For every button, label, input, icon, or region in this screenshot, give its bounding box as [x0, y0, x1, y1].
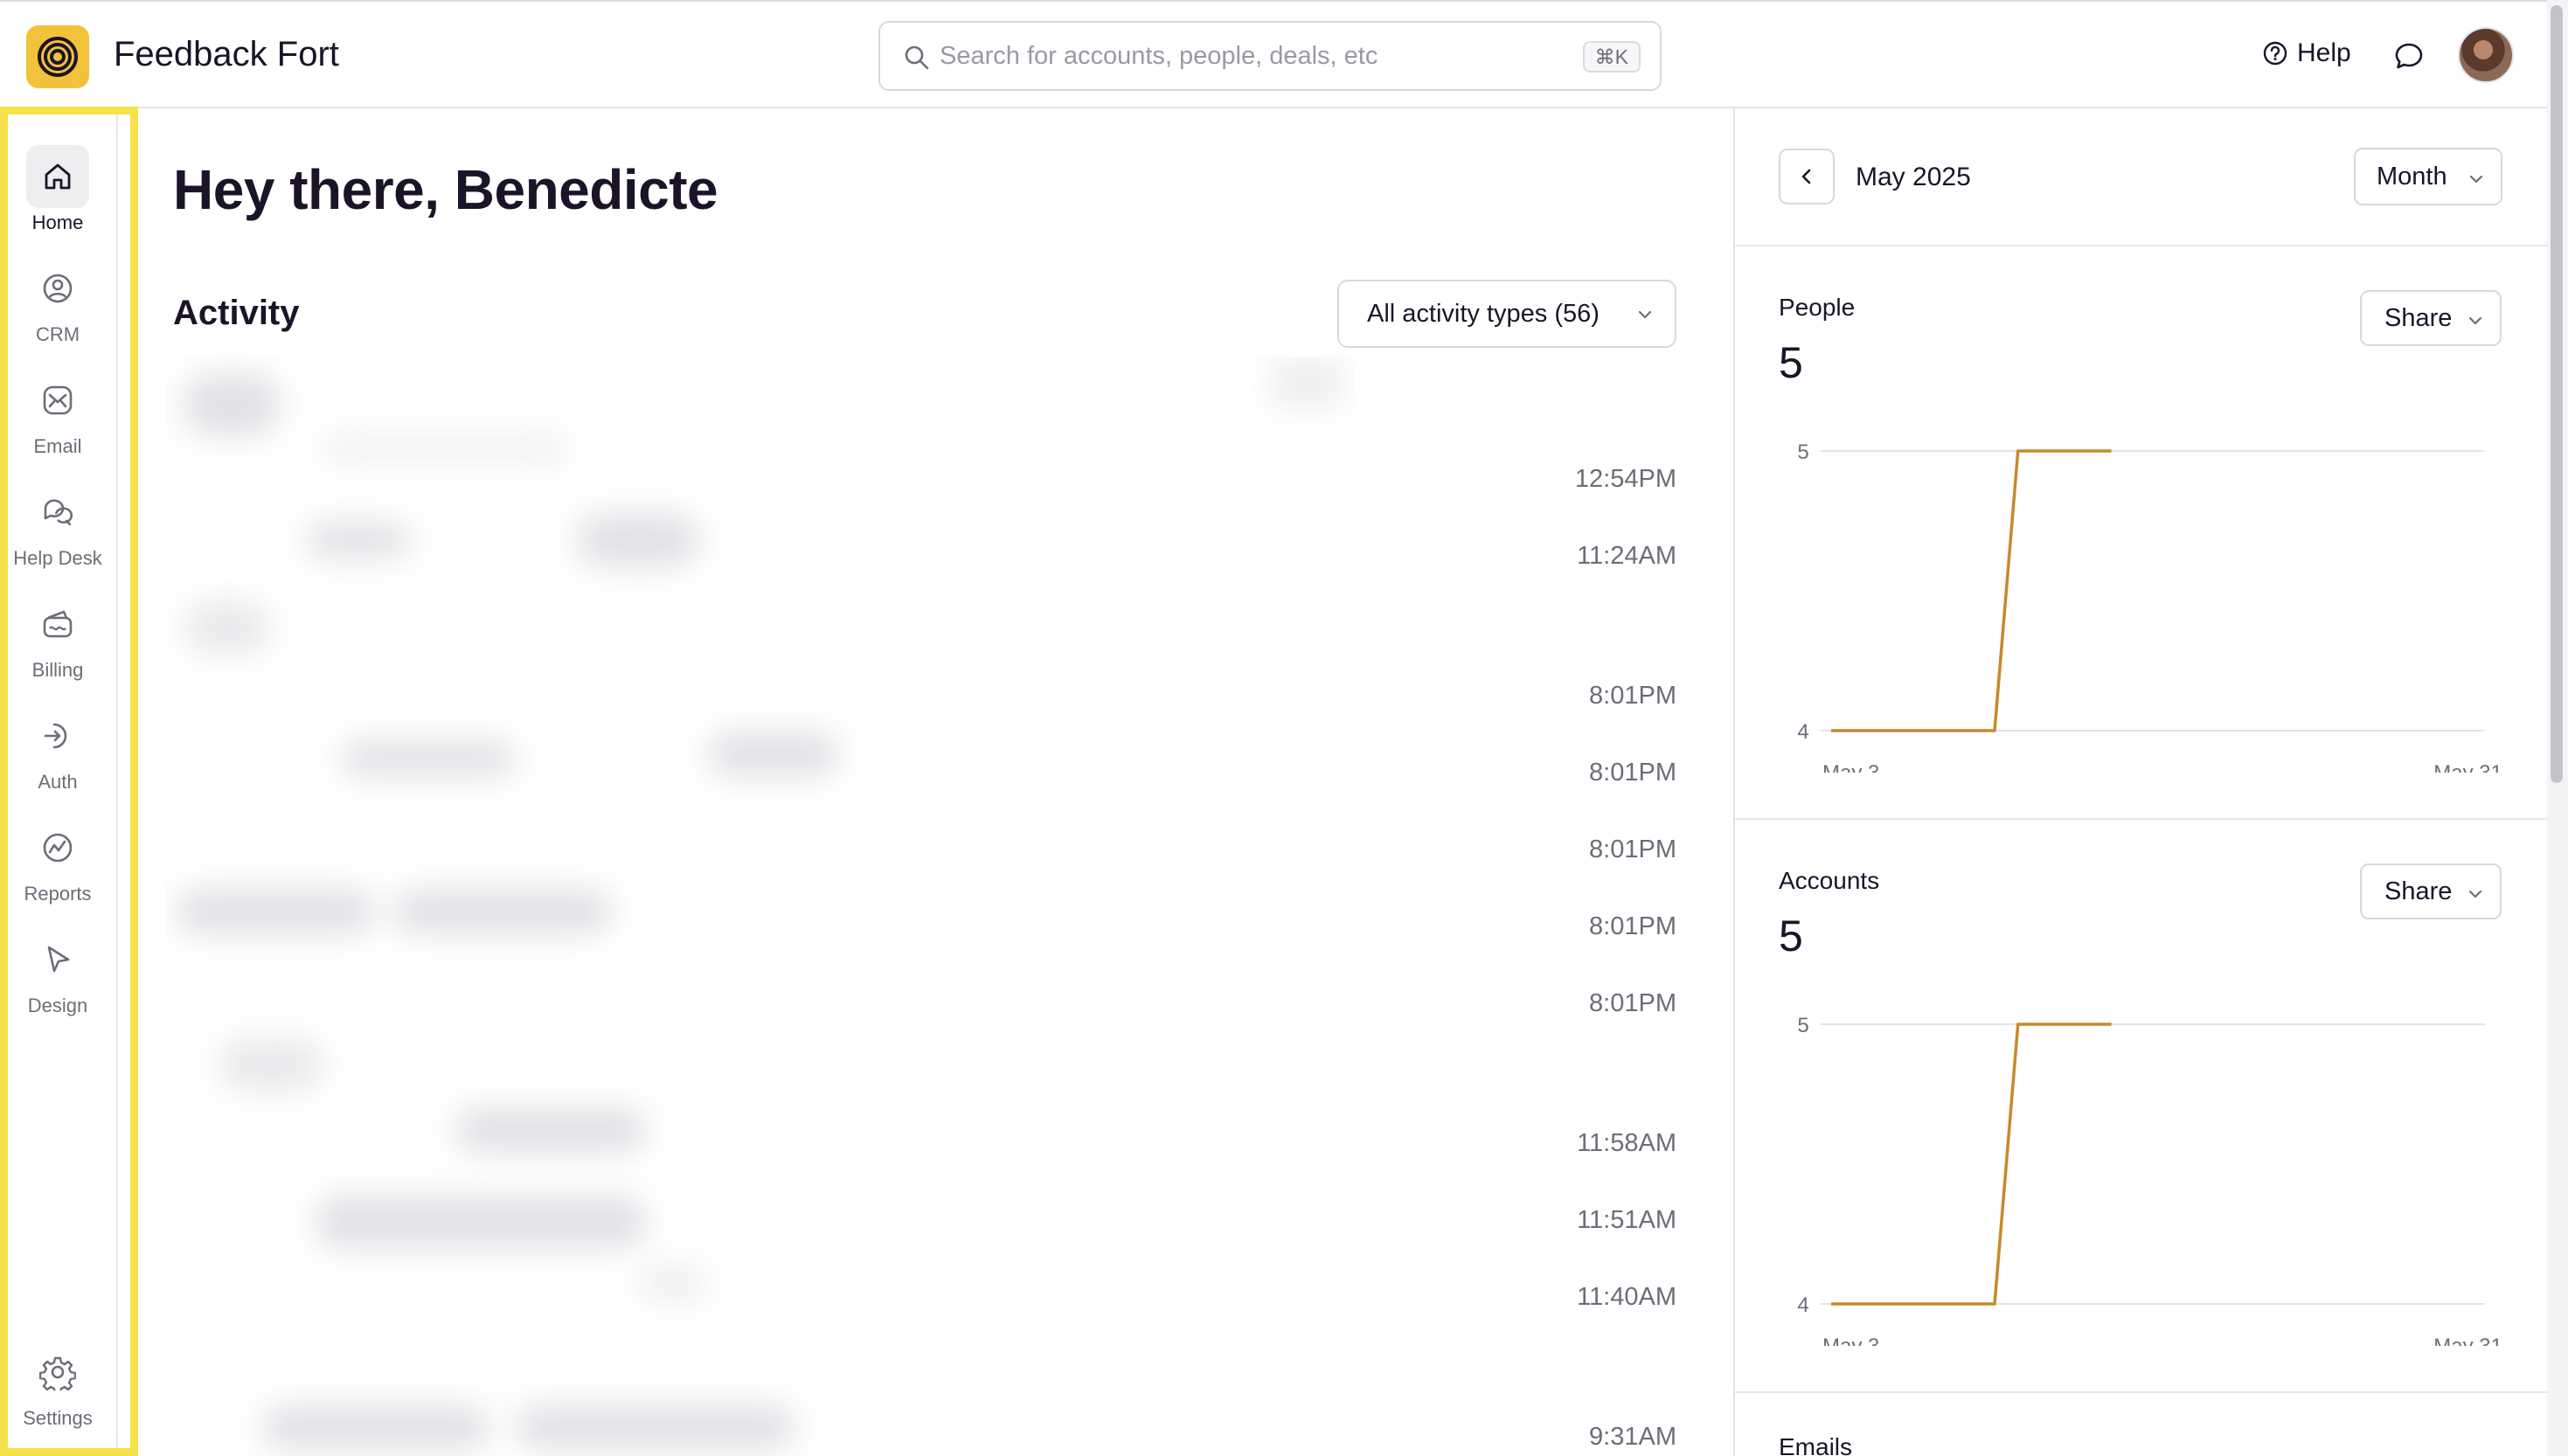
sidebar-item-billing[interactable]: Billing — [8, 593, 118, 689]
activity-time: 8:01PM — [1589, 682, 1676, 710]
x-tick-label: May 31 — [2433, 761, 2502, 773]
pointer-icon — [26, 928, 89, 991]
chat-bubbles-icon — [26, 481, 89, 544]
chevron-down-icon — [1638, 310, 1652, 319]
chat-icon[interactable] — [2393, 40, 2425, 72]
y-tick-label: 4 — [1797, 720, 1808, 744]
search-shortcut-badge: ⌘K — [1582, 41, 1641, 73]
sidebar-item-crm[interactable]: CRM — [8, 257, 118, 353]
help-icon — [2263, 41, 2287, 66]
search-input[interactable] — [940, 23, 1551, 89]
series-line — [1831, 449, 2112, 732]
activity-time: 9:31AM — [1589, 1423, 1676, 1451]
user-circle-icon — [26, 257, 89, 320]
top-bar: Feedback Fort ⌘K Help — [0, 0, 2568, 108]
chevron-left-icon — [1801, 169, 1811, 184]
activity-time: 12:54PM — [1574, 465, 1676, 493]
app-name: Feedback Fort — [114, 35, 339, 73]
sidebar-item-design[interactable]: Design — [8, 928, 118, 1024]
accounts-card-value: 5 — [1779, 912, 1803, 960]
chevron-down-icon — [2468, 316, 2482, 325]
activity-time: 8:01PM — [1589, 835, 1676, 863]
stats-panel: May 2025 Month People 5 Share 4 5 May 3 May… — [1733, 108, 2549, 1456]
search-icon — [905, 45, 929, 70]
x-tick-label: May 3 — [1822, 761, 1879, 773]
accounts-chart: 4 5 May 3 May 31 — [1797, 1014, 2502, 1346]
avatar[interactable] — [2458, 27, 2514, 83]
y-tick-label: 5 — [1797, 1014, 1808, 1037]
x-tick-label: May 31 — [2433, 1335, 2502, 1346]
x-tick-label: May 3 — [1822, 1335, 1879, 1346]
sidebar-item-label: Help Desk — [13, 547, 102, 569]
chart-line-icon — [26, 816, 89, 879]
sidebar-item-label: CRM — [35, 323, 80, 345]
divider — [1735, 1391, 2549, 1393]
help-label: Help — [2297, 38, 2351, 67]
activity-time: 11:24AM — [1577, 542, 1676, 570]
divider — [1735, 818, 2549, 820]
sidebar-item-label: Reports — [24, 883, 92, 905]
period-select[interactable]: Month — [2354, 148, 2502, 205]
key-icon — [26, 704, 89, 767]
people-chart: 4 5 May 3 May 31 — [1797, 440, 2502, 773]
emails-card-title: Emails — [1779, 1433, 1853, 1456]
activity-time: 11:51AM — [1577, 1206, 1676, 1234]
sidebar-item-label: Email — [33, 435, 82, 457]
sidebar: Home CRM Email Help Desk Billing Auth Re… — [0, 107, 138, 1456]
people-card-title: People — [1779, 294, 1856, 321]
share-label: Share — [2384, 877, 2453, 905]
activity-time: 8:01PM — [1589, 759, 1676, 787]
divider — [1735, 245, 2549, 246]
sidebar-nav: Home CRM Email Help Desk Billing Auth Re… — [8, 114, 118, 1448]
wallet-icon — [26, 593, 89, 655]
activity-feed — [166, 357, 1355, 1456]
sidebar-item-help-desk[interactable]: Help Desk — [8, 481, 118, 577]
gear-icon — [26, 1341, 89, 1404]
activity-time: 8:01PM — [1589, 912, 1676, 940]
share-label: Share — [2384, 303, 2453, 332]
y-tick-label: 4 — [1797, 1293, 1808, 1317]
sidebar-item-label: Auth — [38, 771, 78, 793]
sidebar-item-auth[interactable]: Auth — [8, 704, 118, 801]
sidebar-item-label: Home — [31, 211, 84, 233]
sidebar-item-email[interactable]: Email — [8, 369, 118, 465]
activity-time: 11:40AM — [1577, 1283, 1676, 1311]
sidebar-item-label: Design — [27, 995, 88, 1016]
sidebar-item-home[interactable]: Home — [8, 145, 118, 241]
chevron-down-icon — [2468, 890, 2482, 898]
people-card-value: 5 — [1779, 338, 1803, 387]
activity-time: 8:01PM — [1589, 989, 1676, 1017]
previous-period-button[interactable] — [1779, 149, 1835, 205]
accounts-card-title: Accounts — [1779, 867, 1880, 894]
search-box[interactable]: ⌘K — [878, 21, 1662, 91]
chevron-down-icon — [2469, 175, 2483, 184]
scrollbar-thumb[interactable] — [2551, 5, 2563, 783]
spiral-logo-icon[interactable] — [26, 25, 89, 88]
activity-filter-label: All activity types (56) — [1367, 299, 1600, 328]
activity-time: 11:58AM — [1577, 1129, 1676, 1157]
activity-type-filter[interactable]: All activity types (56) — [1337, 280, 1676, 348]
home-icon — [26, 145, 89, 208]
period-label: May 2025 — [1856, 163, 1971, 191]
page-title: Hey there, Benedicte — [173, 158, 718, 221]
mail-icon — [26, 369, 89, 432]
sidebar-item-settings[interactable]: Settings — [8, 1341, 118, 1437]
help-button[interactable]: Help — [2262, 38, 2351, 68]
accounts-share-button[interactable]: Share — [2360, 863, 2502, 919]
sidebar-item-reports[interactable]: Reports — [8, 816, 118, 912]
sidebar-item-label: Billing — [31, 659, 84, 681]
people-share-button[interactable]: Share — [2360, 290, 2502, 346]
y-tick-label: 5 — [1797, 440, 1808, 464]
period-select-label: Month — [2377, 162, 2447, 191]
sidebar-item-label: Settings — [23, 1407, 93, 1429]
series-line — [1831, 1023, 2112, 1306]
activity-heading: Activity — [173, 294, 300, 332]
